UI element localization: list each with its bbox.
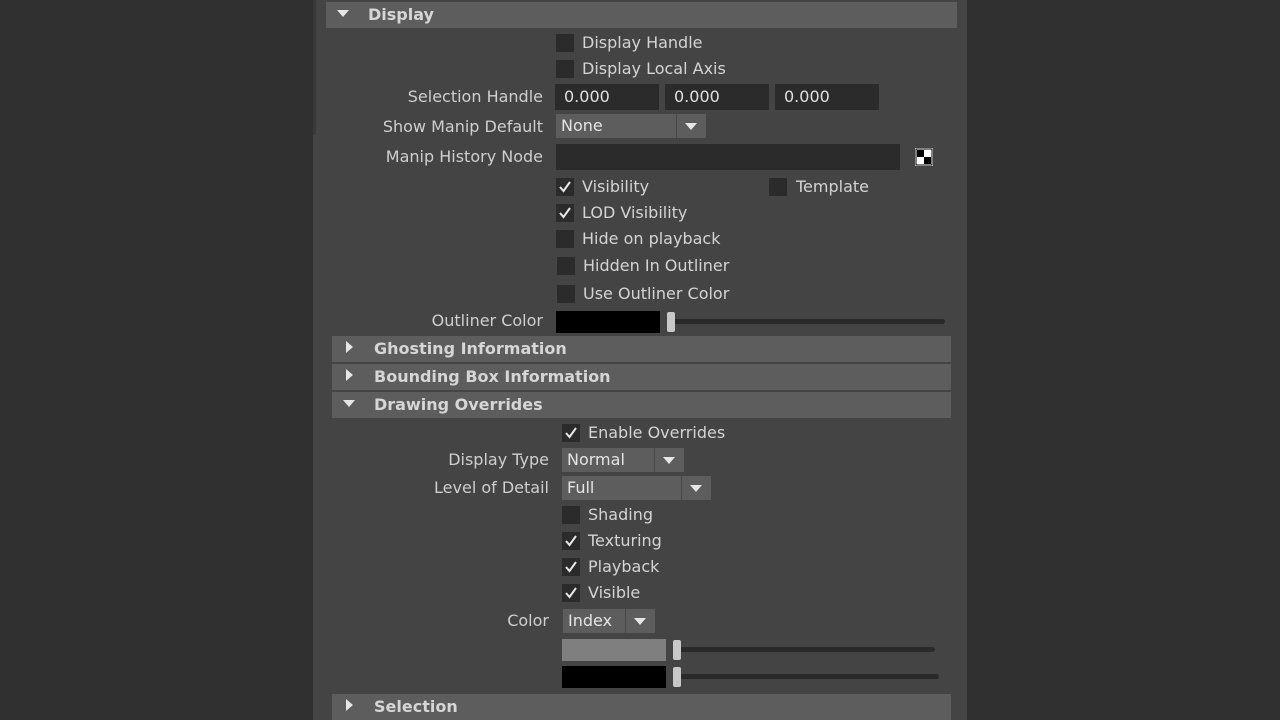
enable-overrides-label: Enable Overrides <box>588 423 726 442</box>
level-of-detail-dropdown[interactable]: Full <box>562 476 711 500</box>
shading-label: Shading <box>588 505 653 524</box>
display-local-axis-checkbox[interactable] <box>556 60 574 78</box>
bounding-box-header-label: Bounding Box Information <box>374 367 611 386</box>
color-mode-dropdown[interactable]: Index <box>563 609 655 633</box>
override-color-swatch-2[interactable] <box>562 666 666 688</box>
display-header-label: Display <box>368 5 434 24</box>
checkmark-icon <box>559 207 571 219</box>
display-section-header[interactable]: Display <box>326 2 957 28</box>
expand-arrow-icon <box>346 341 353 353</box>
use-outliner-color-checkbox[interactable] <box>557 285 575 303</box>
expand-arrow-icon <box>346 699 353 711</box>
override-color-slider-1-handle[interactable] <box>673 640 681 660</box>
outliner-color-label: Outliner Color <box>431 311 543 330</box>
hide-on-playback-label: Hide on playback <box>582 229 721 248</box>
collapse-arrow-icon <box>343 400 355 407</box>
checkmark-icon <box>559 181 571 193</box>
visible-checkbox[interactable] <box>562 584 580 602</box>
override-color-swatch-1[interactable] <box>562 639 666 661</box>
ghosting-header-label: Ghosting Information <box>374 339 567 358</box>
lod-visibility-checkbox[interactable] <box>556 204 574 222</box>
display-handle-label: Display Handle <box>582 33 703 52</box>
override-color-slider-2-handle[interactable] <box>673 667 681 687</box>
node-select-icon[interactable] <box>915 148 933 166</box>
color-mode-value: Index <box>568 611 613 630</box>
level-of-detail-value: Full <box>567 478 595 497</box>
selection-handle-y-field[interactable]: 0.000 <box>665 84 769 110</box>
display-local-axis-label: Display Local Axis <box>582 59 726 78</box>
shading-checkbox[interactable] <box>562 506 580 524</box>
selection-handle-label: Selection Handle <box>407 87 543 106</box>
bounding-box-information-header[interactable]: Bounding Box Information <box>332 364 951 390</box>
selection-header-label: Selection <box>374 697 458 716</box>
selection-section-header[interactable]: Selection <box>332 694 951 720</box>
chevron-down-icon <box>690 485 702 492</box>
checkmark-icon <box>565 535 577 547</box>
visibility-label: Visibility <box>582 177 650 196</box>
template-checkbox[interactable] <box>769 178 787 196</box>
display-type-label: Display Type <box>448 450 549 469</box>
checkmark-icon <box>565 561 577 573</box>
display-type-value: Normal <box>567 450 625 469</box>
drawing-overrides-header[interactable]: Drawing Overrides <box>332 392 951 418</box>
show-manip-default-dropdown[interactable]: None <box>556 114 706 138</box>
override-color-slider-1-track[interactable] <box>674 647 935 652</box>
hide-on-playback-checkbox[interactable] <box>556 230 574 248</box>
enable-overrides-checkbox[interactable] <box>562 424 580 442</box>
checkmark-icon <box>565 427 577 439</box>
outliner-color-swatch[interactable] <box>556 311 660 333</box>
manip-history-node-label: Manip History Node <box>385 147 543 166</box>
playback-label: Playback <box>588 557 660 576</box>
hidden-in-outliner-label: Hidden In Outliner <box>583 256 730 275</box>
selection-handle-z-field[interactable]: 0.000 <box>775 84 879 110</box>
show-manip-default-label: Show Manip Default <box>382 117 543 136</box>
hidden-in-outliner-checkbox[interactable] <box>557 257 575 275</box>
use-outliner-color-label: Use Outliner Color <box>583 284 730 303</box>
level-of-detail-label: Level of Detail <box>434 478 549 497</box>
chevron-down-icon <box>685 123 697 130</box>
display-handle-checkbox[interactable] <box>556 34 574 52</box>
texturing-label: Texturing <box>588 531 662 550</box>
playback-checkbox[interactable] <box>562 558 580 576</box>
texturing-checkbox[interactable] <box>562 532 580 550</box>
chevron-down-icon <box>663 457 675 464</box>
outliner-color-slider-handle[interactable] <box>667 312 675 332</box>
selection-handle-x-field[interactable]: 0.000 <box>555 84 659 110</box>
visible-label: Visible <box>588 583 641 602</box>
outliner-color-slider-track[interactable] <box>668 319 945 324</box>
ghosting-information-header[interactable]: Ghosting Information <box>332 336 951 362</box>
visibility-checkbox[interactable] <box>556 178 574 196</box>
show-manip-default-value: None <box>561 116 603 135</box>
template-label: Template <box>796 177 870 196</box>
override-color-slider-2-track[interactable] <box>674 674 939 679</box>
chevron-down-icon <box>634 618 646 625</box>
color-label: Color <box>507 611 549 630</box>
panel-edge <box>313 0 316 135</box>
lod-visibility-label: LOD Visibility <box>582 203 688 222</box>
display-type-dropdown[interactable]: Normal <box>562 448 684 472</box>
checkmark-icon <box>565 587 577 599</box>
manip-history-node-field[interactable] <box>556 144 900 170</box>
collapse-arrow-icon <box>337 10 349 17</box>
expand-arrow-icon <box>346 369 353 381</box>
drawing-overrides-header-label: Drawing Overrides <box>374 395 543 414</box>
